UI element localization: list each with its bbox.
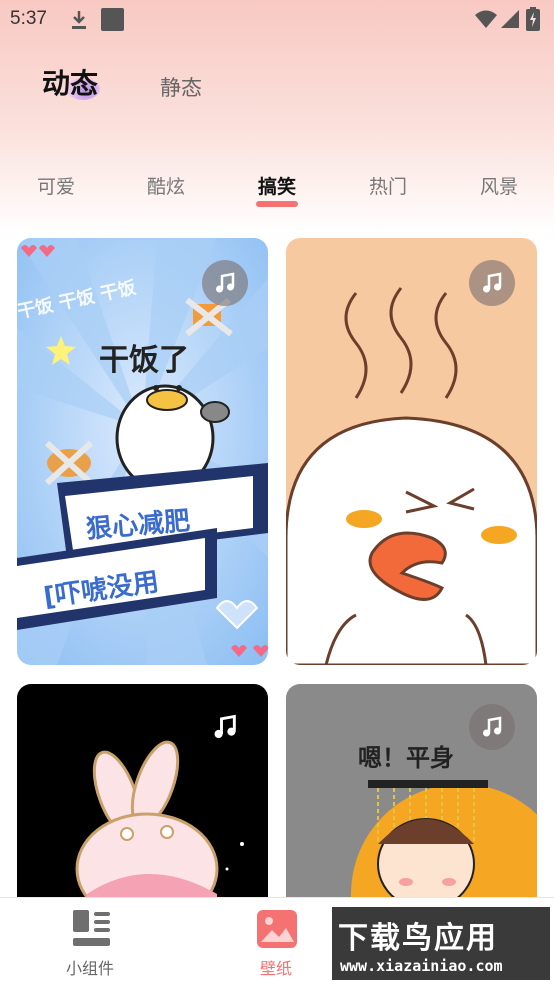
wallpaper-icon[interactable] (257, 910, 297, 952)
card-1-title: 干饭了 (99, 343, 189, 378)
status-bar: 5:37 (0, 0, 554, 38)
music-note-icon[interactable] (469, 260, 515, 306)
wallpaper-card-1[interactable]: 干饭 干饭 干饭 干饭了 狠心减肥 [吓唬没用 (17, 238, 268, 665)
wallpaper-card-3[interactable] (17, 684, 268, 914)
category-hot[interactable]: 热门 (348, 172, 428, 199)
music-note-icon[interactable] (202, 260, 248, 306)
wifi-icon (475, 10, 497, 28)
wallpaper-card-2[interactable] (286, 238, 537, 665)
tab-dynamic[interactable]: 动态 (42, 62, 98, 102)
nav-wallpaper-label[interactable]: 壁纸 (260, 955, 292, 979)
wallpaper-card-4[interactable]: 嗯！平身 (286, 684, 537, 914)
music-note-icon[interactable] (469, 704, 515, 750)
category-scenery[interactable]: 风景 (459, 172, 539, 199)
notification-square-icon (101, 8, 124, 31)
card-4-caption: 嗯！平身 (358, 744, 454, 772)
status-time: 5:37 (10, 8, 47, 29)
category-underline (256, 201, 298, 207)
signal-icon (501, 10, 519, 28)
category-cool[interactable]: 酷炫 (126, 172, 206, 199)
watermark-logo: 下载鸟应用 www.xiazainiao.com (330, 905, 552, 982)
widget-icon[interactable] (73, 910, 111, 952)
download-icon (72, 11, 86, 29)
tab-static[interactable]: 静态 (160, 72, 202, 102)
watermark-title: 下载鸟应用 (338, 921, 498, 956)
category-cute[interactable]: 可爱 (16, 172, 96, 199)
music-note-icon[interactable] (202, 704, 248, 750)
battery-charging-icon (526, 7, 540, 31)
watermark-url: www.xiazainiao.com (340, 957, 503, 975)
nav-widget-label[interactable]: 小组件 (66, 955, 114, 979)
category-funny[interactable]: 搞笑 (237, 172, 317, 199)
